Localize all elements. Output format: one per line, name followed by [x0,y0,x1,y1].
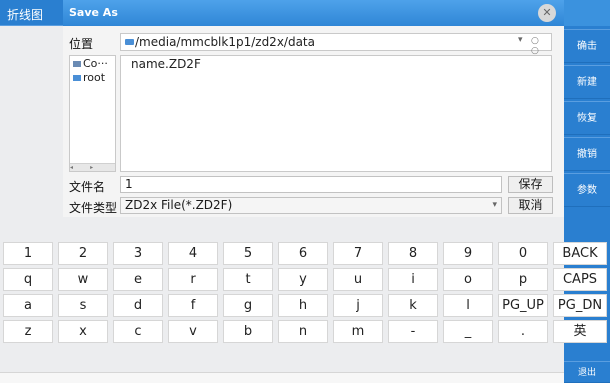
key-2-4[interactable]: g [223,294,273,317]
key-0-5[interactable]: 6 [278,242,328,265]
key-1-4[interactable]: t [223,268,273,291]
location-label: 位置 [69,37,94,51]
key-2-2[interactable]: d [113,294,163,317]
key-2-7[interactable]: k [388,294,438,317]
key-1-2[interactable]: e [113,268,163,291]
close-icon[interactable]: ✕ [538,4,556,22]
tree-item-label: Co··· [83,57,108,70]
drive-icon [73,75,81,81]
key-3-6[interactable]: m [333,320,383,343]
key-3-0[interactable]: z [3,320,53,343]
key-3-9[interactable]: . [498,320,548,343]
keyboard-bottom-strip [0,372,564,383]
filetype-value: ZD2x File(*.ZD2F) [125,198,233,212]
key-2-9[interactable]: PG_UP [498,294,548,317]
filetype-label: 文件类型 [69,201,118,215]
key-0-6[interactable]: 7 [333,242,383,265]
dialog-title: Save As [63,0,564,26]
folder-icon [125,39,134,45]
save-button[interactable]: 保存 [508,176,553,193]
chevron-down-icon[interactable]: ▾ [492,198,497,213]
save-as-dialog: Save As ✕ 位置 /media/mmcblk1p1/zd2x/data … [63,0,564,217]
key-0-9[interactable]: 0 [498,242,548,265]
key-2-10[interactable]: PG_DN [553,294,607,317]
key-2-1[interactable]: s [58,294,108,317]
key-3-3[interactable]: v [168,320,218,343]
file-list[interactable]: name.ZD2F [120,55,552,172]
key-1-5[interactable]: y [278,268,328,291]
chevron-down-icon[interactable]: ▾ [518,35,523,45]
key-0-2[interactable]: 3 [113,242,163,265]
key-3-4[interactable]: b [223,320,273,343]
tree-item-computer[interactable]: Co··· [73,57,108,70]
key-0-7[interactable]: 8 [388,242,438,265]
command-button-restore[interactable]: 恢复 [564,101,610,135]
file-item[interactable]: name.ZD2F [131,57,201,71]
key-0-10[interactable]: BACK [553,242,607,265]
command-button-undo[interactable]: 撤销 [564,137,610,171]
key-1-9[interactable]: p [498,268,548,291]
key-3-1[interactable]: x [58,320,108,343]
tab-line-chart[interactable]: 折线图 [0,0,63,26]
key-0-8[interactable]: 9 [443,242,493,265]
key-2-6[interactable]: j [333,294,383,317]
key-1-8[interactable]: o [443,268,493,291]
command-button-1[interactable]: 确击 [564,29,610,63]
tree-scrollbar[interactable]: ◂ ▸ [70,163,115,171]
key-1-0[interactable]: q [3,268,53,291]
filename-input[interactable]: 1 [120,176,502,193]
key-3-7[interactable]: - [388,320,438,343]
key-1-10[interactable]: CAPS [553,268,607,291]
key-2-3[interactable]: f [168,294,218,317]
filetype-select[interactable]: ZD2x File(*.ZD2F) ▾ [120,197,502,214]
key-0-4[interactable]: 5 [223,242,273,265]
key-0-1[interactable]: 2 [58,242,108,265]
folder-tree[interactable]: Co··· root ◂ ▸ [69,55,116,172]
key-0-0[interactable]: 1 [3,242,53,265]
filename-label: 文件名 [69,180,106,194]
key-1-7[interactable]: i [388,268,438,291]
key-0-3[interactable]: 4 [168,242,218,265]
cancel-button[interactable]: 取消 [508,197,553,214]
computer-icon [73,61,81,67]
command-button-params[interactable]: 参数 [564,173,610,207]
key-3-2[interactable]: c [113,320,163,343]
key-2-0[interactable]: a [3,294,53,317]
tree-item-root[interactable]: root [73,71,105,84]
panel-header [564,0,610,26]
tree-item-label: root [83,71,106,84]
on-screen-keyboard: 1 2 3 4 5 6 7 8 9 0 BACK q w e r t y u i o p CAPS a s d f g h j k l PG_… [0,242,610,383]
key-3-8[interactable]: _ [443,320,493,343]
key-1-3[interactable]: r [168,268,218,291]
key-1-6[interactable]: u [333,268,383,291]
key-2-5[interactable]: h [278,294,328,317]
key-3-5[interactable]: n [278,320,328,343]
key-1-1[interactable]: w [58,268,108,291]
key-2-8[interactable]: l [443,294,493,317]
location-path: /media/mmcblk1p1/zd2x/data [135,35,315,49]
location-path-field[interactable]: /media/mmcblk1p1/zd2x/data ▾ ○ ○ ○ ⊘ ▤ ▥ [120,33,552,96]
key-3-10[interactable]: 英 [553,320,607,343]
command-button-new[interactable]: 新建 [564,65,610,99]
